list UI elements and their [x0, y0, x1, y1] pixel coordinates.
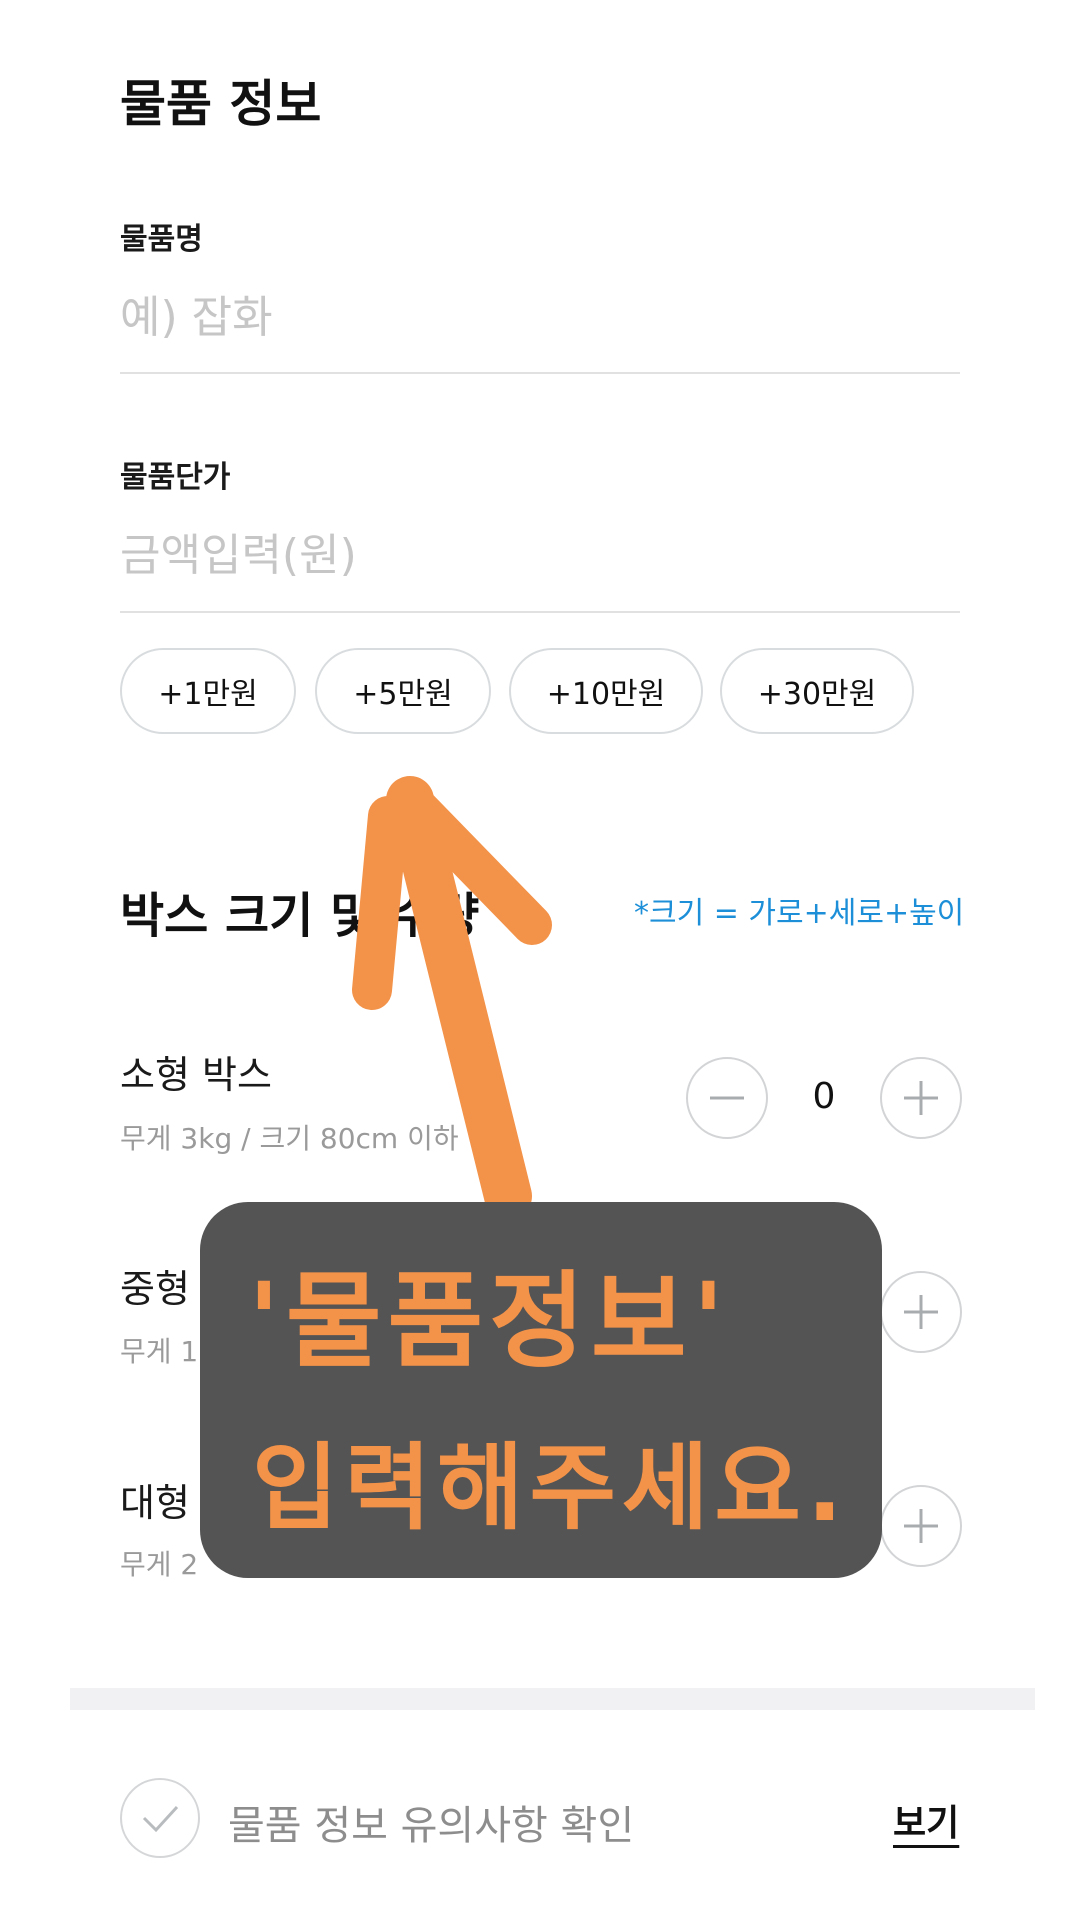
annotation-arrow-layer: [352, 776, 552, 1220]
annotation-line-2: 입력해주세요.: [252, 1434, 849, 1543]
annotation-line-1: '물품정보': [248, 1260, 731, 1382]
arrow-up-annotation: [352, 776, 552, 1220]
